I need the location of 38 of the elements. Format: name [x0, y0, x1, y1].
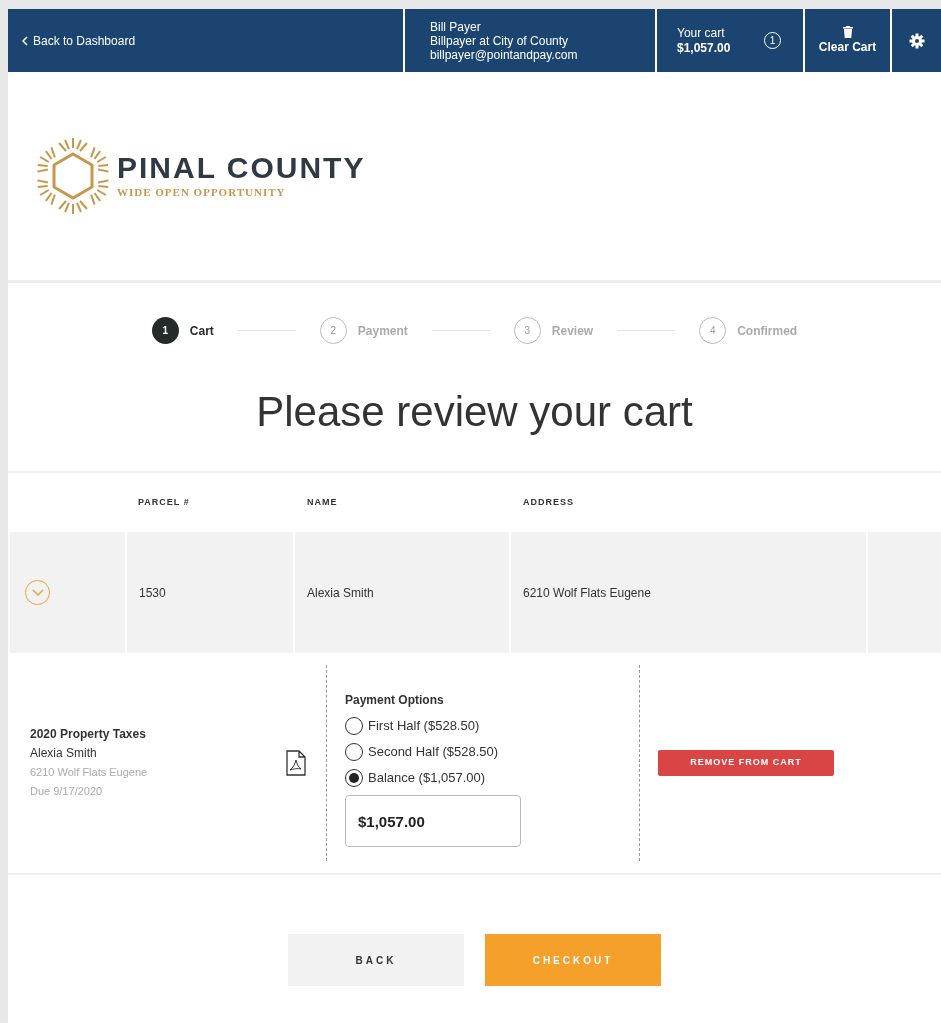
back-link[interactable]: Back to Dashboard [22, 31, 136, 50]
table-cell-text: Alexia Smith [307, 584, 374, 602]
bill-due-date: Due 9/17/2020 [30, 784, 104, 799]
logo-name: PINAL COUNTY [117, 151, 366, 184]
page-title: Please review your cart [256, 387, 693, 437]
payment-option-radio[interactable]: Second Half ($528.50) [345, 739, 639, 765]
step-number: 1 [151, 317, 179, 344]
settings-button[interactable] [892, 9, 941, 72]
user-email: billpayer@pointandpay.com [430, 47, 579, 62]
settings-icon [908, 32, 925, 49]
pdf-icon[interactable] [286, 750, 306, 776]
column-header: ADDRESS [522, 495, 574, 509]
cart-label: Your cart [677, 25, 726, 41]
chevron-down-icon [31, 588, 44, 597]
table-cell-text: 1530 [139, 584, 166, 602]
amount-input[interactable]: $1,057.00 [345, 795, 521, 847]
step-label: Review [551, 322, 594, 340]
bill-owner: Alexia Smith [30, 745, 98, 762]
logo-tagline: WIDE OPEN OPPORTUNITY [117, 184, 287, 200]
user-name: Bill Payer [430, 19, 482, 34]
user-role: Billpayer at City of County [430, 33, 570, 48]
step-label: Cart [189, 322, 214, 340]
cart-total: $1,057.00 [677, 40, 731, 56]
column-header: NAME [306, 495, 339, 509]
step-label: Payment [357, 322, 408, 340]
bill-address: 6210 Wolf Flats Eugene [30, 765, 148, 780]
column-header: PARCEL # [137, 495, 191, 509]
back-button[interactable]: BACK [288, 934, 464, 986]
payment-option-radio[interactable]: Balance ($1,057.00) [345, 765, 639, 791]
clear-cart-button[interactable]: Clear Cart [805, 9, 890, 72]
table-cell-text: 6210 Wolf Flats Eugene [523, 584, 651, 602]
bill-title: 2020 Property Taxes [30, 726, 147, 743]
remove-from-cart-button[interactable]: REMOVE FROM CART [658, 750, 834, 776]
step-label: Confirmed [737, 322, 798, 340]
payment-options-label: Payment Options [345, 692, 445, 709]
payment-option-radio[interactable]: First Half ($528.50) [345, 713, 639, 739]
chevron-left-icon [22, 35, 28, 46]
trash-icon [842, 25, 853, 38]
